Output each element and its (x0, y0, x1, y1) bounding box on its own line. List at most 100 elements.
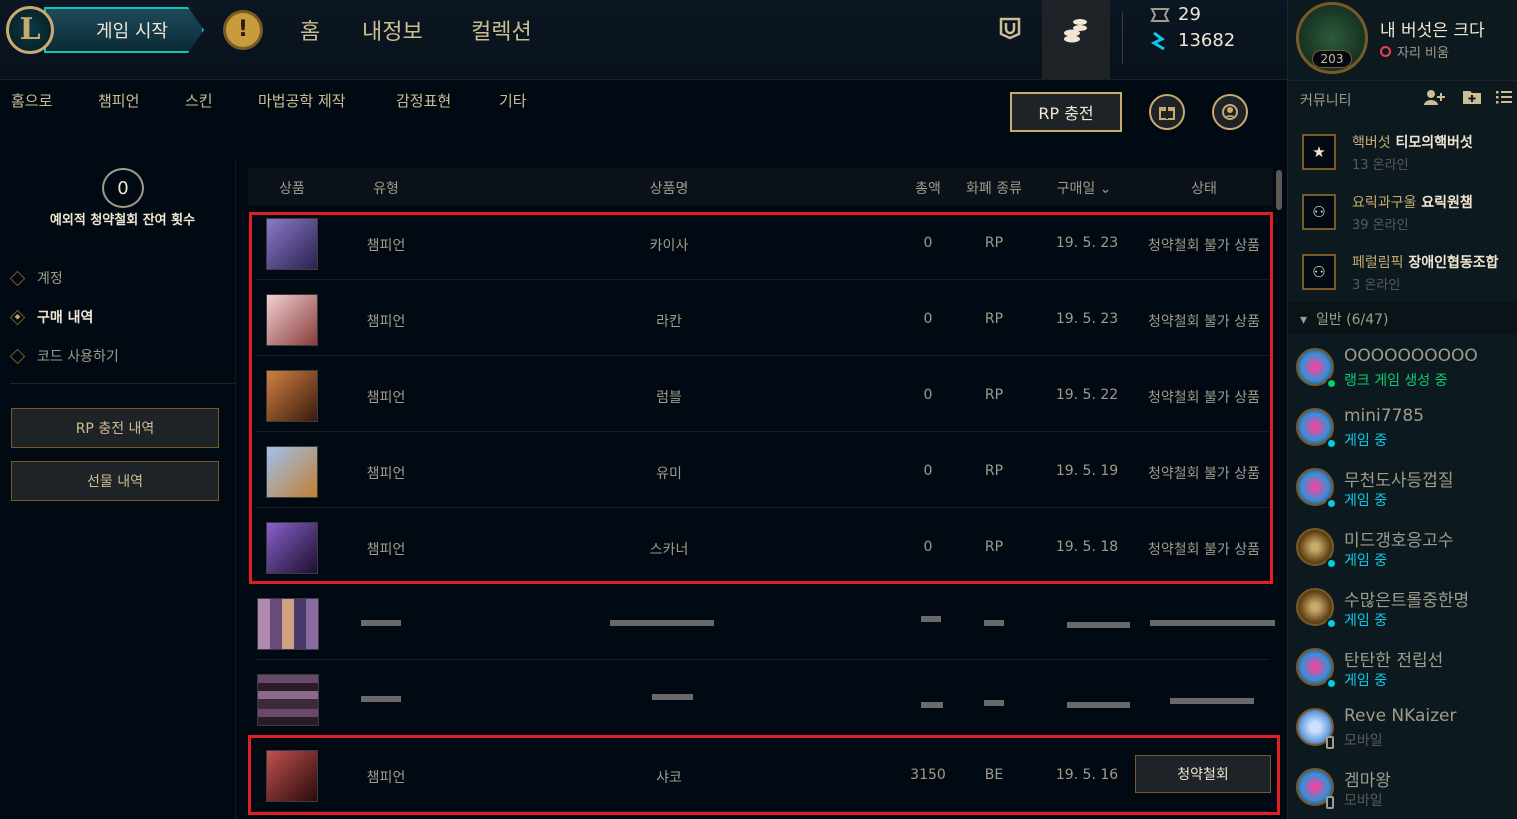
club-tag: 요릭과구울 (1352, 195, 1417, 211)
friend-item[interactable]: 겜마왕 모바일 (1288, 760, 1517, 819)
ingame-status-icon (1326, 438, 1337, 449)
redacted-text (984, 700, 1004, 706)
add-folder-icon[interactable] (1462, 89, 1482, 109)
ingame-status-icon (1326, 618, 1337, 629)
online-status-icon (1326, 378, 1337, 389)
friend-status: 게임 중 (1344, 433, 1388, 449)
summoner-status[interactable]: 자리 비움 (1380, 42, 1449, 61)
club-item[interactable]: ⚇ 요릭과구울 요릭원챔 39 온라인 (1288, 184, 1517, 244)
cell-status: 청약철회 불가 상품 (1148, 314, 1260, 330)
friend-name: 탄탄한 전립선 (1344, 651, 1444, 671)
header-date[interactable]: 구매일 ⌄ (1057, 178, 1112, 198)
account-icon[interactable] (1212, 94, 1248, 130)
friend-status: 모바일 (1344, 733, 1383, 749)
mobile-status-icon (1326, 736, 1334, 749)
alert-icon[interactable]: ! (223, 10, 263, 50)
nav-home[interactable]: 홈 (300, 14, 320, 46)
friend-item[interactable]: mini7785 게임 중 (1288, 400, 1517, 460)
friend-name: mini7785 (1344, 406, 1425, 426)
friend-group-text: 일반 (6/47) (1315, 312, 1389, 328)
club-tag: 핵버섯 (1352, 135, 1391, 151)
league-logo[interactable]: L (6, 6, 54, 54)
gift-icon[interactable] (1149, 94, 1185, 130)
friend-status: 모바일 (1344, 793, 1383, 809)
table-row-refundable: 챔피언 샤코 3150 BE 19. 5. 16 청약철회 (255, 738, 1271, 812)
rp-charge-button[interactable]: RP 충전 (1010, 92, 1122, 132)
summoner-status-label: 자리 비움 (1397, 46, 1449, 61)
rp-icon (1150, 31, 1165, 50)
table-row: 챔피언 라칸 0 RP 19. 5. 23 청약철회 불가 상품 (255, 282, 1270, 356)
ingame-status-icon (1326, 558, 1337, 569)
diamond-icon (9, 270, 26, 286)
club-name: 페럴림픽 장애인협동조합 (1352, 252, 1499, 272)
cell-total: 3150 (910, 767, 946, 783)
cell-type: 챔피언 (366, 770, 406, 786)
side-item-label: 코드 사용하기 (37, 349, 119, 365)
play-button[interactable]: 게임 시작 (44, 7, 204, 53)
friend-status: 게임 중 (1344, 553, 1388, 569)
cell-total: 0 (923, 539, 933, 555)
cell-date: 19. 5. 23 (1055, 235, 1119, 251)
list-icon[interactable] (1496, 89, 1512, 108)
group-icon: ⚇ (1302, 194, 1336, 230)
scrollbar-thumb[interactable] (1276, 170, 1282, 210)
rp-history-button[interactable]: RP 충전 내역 (11, 408, 219, 448)
club-item[interactable]: ★ 핵버섯 티모의핵버섯 13 온라인 (1288, 124, 1517, 184)
cell-status: 청약철회 불가 상품 (1148, 466, 1260, 482)
side-divider (10, 383, 235, 384)
friend-item[interactable]: 수많은트롤중한명 게임 중 (1288, 580, 1517, 640)
redacted-thumbnail (257, 674, 319, 726)
gift-history-button[interactable]: 선물 내역 (11, 461, 219, 501)
subnav-champions[interactable]: 챔피언 (98, 90, 139, 111)
club-name: 요릭과구울 요릭원챔 (1352, 192, 1473, 212)
friend-group-header[interactable]: ▾ 일반 (6/47) (1288, 302, 1517, 334)
subnav-skins[interactable]: 스킨 (185, 90, 213, 111)
cell-total: 0 (923, 463, 933, 479)
header-status: 상태 (1191, 181, 1217, 197)
subnav-home[interactable]: 홈으로 (11, 90, 52, 111)
cell-name: 스카너 (649, 542, 689, 558)
diamond-icon (9, 348, 26, 364)
table-row: 챔피언 스카너 0 RP 19. 5. 18 청약철회 불가 상품 (255, 510, 1270, 584)
header-name: 상품명 (649, 181, 689, 197)
redacted-text (610, 620, 714, 626)
be-icon (1150, 7, 1170, 22)
subnav-other[interactable]: 기타 (499, 90, 527, 111)
refund-count-label: 예외적 청약철회 잔여 횟수 (49, 213, 196, 228)
side-item-account[interactable]: 계정 (9, 268, 63, 288)
refund-button[interactable]: 청약철회 (1135, 755, 1271, 793)
side-item-purchase-history[interactable]: 구매 내역 (9, 307, 93, 327)
friend-item[interactable]: 미드갱호응고수 게임 중 (1288, 520, 1517, 580)
club-title: 요릭원챔 (1421, 195, 1473, 211)
client-window: 게임 시작 L ! 홈 내정보 컬렉션 29 13682 홈으로 챔피언 스킨 … (0, 0, 1517, 819)
subnav-hextech[interactable]: 마법공학 제작 (258, 90, 346, 111)
friend-item[interactable]: Reve NKaizer 모바일 (1288, 700, 1517, 760)
friend-item[interactable]: 무천도사등껍질 게임 중 (1288, 460, 1517, 520)
subnav-emotes[interactable]: 감정표현 (396, 90, 451, 111)
friend-item[interactable]: OOOOOOOOOO 랭크 게임 생성 중 (1288, 340, 1517, 400)
side-item-redeem-code[interactable]: 코드 사용하기 (9, 346, 119, 366)
club-item[interactable]: ⚇ 페럴림픽 장애인협동조합 3 온라인 (1288, 244, 1517, 304)
nav-collection[interactable]: 컬렉션 (471, 14, 532, 46)
header-type: 유형 (373, 181, 399, 197)
summoner-name[interactable]: 내 버섯은 크다 (1380, 16, 1485, 41)
nav-profile[interactable]: 내정보 (362, 14, 423, 46)
cell-status: 청약철회 불가 상품 (1148, 238, 1260, 254)
friend-item[interactable]: 탄탄한 전립선 게임 중 (1288, 640, 1517, 700)
be-amount: 29 (1178, 4, 1201, 25)
loot-icon[interactable] (994, 12, 1026, 44)
cell-type: 챔피언 (366, 238, 406, 254)
champion-thumbnail (266, 370, 318, 422)
redacted-text (361, 696, 401, 702)
header-currency: 화폐 종류 (966, 181, 1022, 197)
group-icon: ⚇ (1302, 254, 1336, 290)
cell-date: 19. 5. 23 (1055, 311, 1119, 327)
store-tab[interactable] (1042, 0, 1110, 80)
table-row-redacted (255, 586, 1275, 660)
currency-separator (1122, 12, 1123, 64)
friend-name: OOOOOOOOOO (1344, 346, 1478, 366)
add-friend-icon[interactable] (1424, 89, 1446, 109)
store-icon (1060, 14, 1092, 46)
redacted-text (361, 620, 401, 626)
cell-total: 0 (923, 235, 933, 251)
